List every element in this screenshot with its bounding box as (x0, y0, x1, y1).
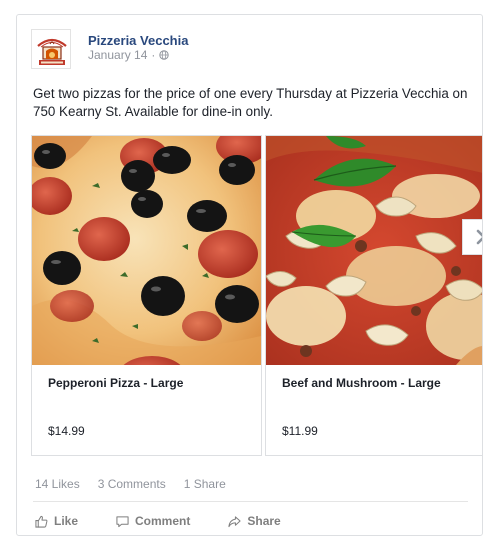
globe-icon[interactable] (159, 50, 170, 60)
post-date[interactable]: January 14 (88, 48, 147, 62)
carousel-card-pepperoni[interactable]: Pepperoni Pizza - Large $14.99 (31, 135, 262, 456)
card-price: $11.99 (282, 424, 318, 438)
facebook-post: Pizzeria Vecchia January 14 · Get two pi… (16, 14, 483, 536)
carousel-next-button[interactable] (462, 219, 482, 255)
like-button[interactable]: Like (35, 514, 78, 528)
shares-count[interactable]: 1 Share (184, 477, 226, 491)
share-label: Share (247, 514, 281, 528)
card-title[interactable]: Pepperoni Pizza - Large (48, 376, 183, 390)
post-meta: January 14 · (88, 48, 170, 62)
carousel-card-beef-mushroom[interactable]: Beef and Mushroom - Large $11.99 (265, 135, 482, 456)
beef-mushroom-pizza-image[interactable] (266, 136, 482, 365)
share-button[interactable]: Share (228, 514, 281, 528)
page-name-link[interactable]: Pizzeria Vecchia (88, 33, 188, 48)
product-carousel: Pepperoni Pizza - Large $14.99 Beef and … (31, 135, 482, 456)
likes-count[interactable]: 14 Likes (35, 477, 80, 491)
meta-separator: · (151, 48, 156, 62)
engagement-stats: 14 Likes 3 Comments 1 Share (35, 477, 226, 491)
pepperoni-pizza-image[interactable] (32, 136, 261, 365)
share-arrow-icon (228, 515, 241, 527)
comment-label: Comment (135, 514, 191, 528)
comment-button[interactable]: Comment (116, 514, 190, 528)
comment-icon (116, 515, 129, 527)
chevron-right-icon (476, 229, 482, 245)
post-actions: Like Comment Share (35, 512, 465, 530)
post-header: Pizzeria Vecchia January 14 · (17, 15, 482, 75)
comments-count[interactable]: 3 Comments (98, 477, 166, 491)
divider (33, 501, 468, 502)
card-price: $14.99 (48, 424, 85, 438)
page-avatar-logo[interactable] (31, 29, 71, 69)
card-title[interactable]: Beef and Mushroom - Large (282, 376, 441, 390)
thumbs-up-icon (35, 515, 48, 528)
like-label: Like (54, 514, 79, 528)
post-message: Get two pizzas for the price of one ever… (33, 86, 468, 119)
pizzeria-logo-icon (32, 30, 70, 68)
